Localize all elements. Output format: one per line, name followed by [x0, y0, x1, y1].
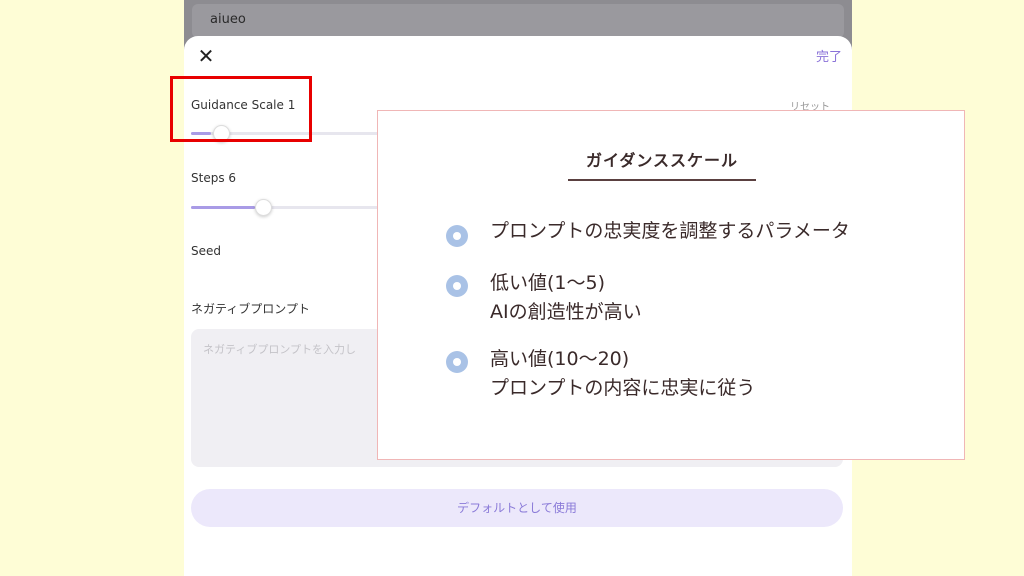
explanation-callout: ガイダンススケール プロンプトの忠実度を調整するパラメータ 低い値(1〜5) A… — [377, 110, 965, 460]
callout-item-1-line1: プロンプトの忠実度を調整するパラメータ — [490, 220, 850, 242]
negative-prompt-placeholder: ネガティブプロンプトを入力し — [203, 343, 357, 356]
callout-item-3-line1: 高い値(10〜20) — [490, 348, 630, 370]
steps-label: Steps 6 — [191, 171, 237, 185]
guidance-highlight-box — [170, 76, 312, 142]
prompt-bar[interactable]: aiueo — [192, 4, 844, 38]
bullet-icon — [446, 275, 468, 297]
callout-item-3: 高い値(10〜20) プロンプトの内容に忠実に従う — [490, 345, 755, 403]
callout-item-3-line2: プロンプトの内容に忠実に従う — [490, 377, 756, 399]
use-as-default-button[interactable]: デフォルトとして使用 — [191, 489, 843, 527]
negative-prompt-label: ネガティブプロンプト — [191, 302, 310, 316]
callout-item-1: プロンプトの忠実度を調整するパラメータ — [490, 217, 850, 246]
seed-label: Seed — [191, 244, 221, 258]
callout-item-2-line2: AIの創造性が高い — [490, 301, 642, 323]
steps-thumb[interactable] — [255, 199, 272, 216]
done-button[interactable]: 完了 — [816, 46, 842, 65]
bullet-icon — [446, 351, 468, 373]
close-icon[interactable]: ✕ — [196, 46, 216, 66]
prompt-text: aiueo — [210, 12, 246, 27]
steps-fill — [191, 206, 255, 209]
bullet-icon — [446, 225, 468, 247]
callout-item-2: 低い値(1〜5) AIの創造性が高い — [490, 269, 642, 327]
callout-item-2-line1: 低い値(1〜5) — [490, 272, 606, 294]
callout-title: ガイダンススケール — [568, 147, 756, 181]
